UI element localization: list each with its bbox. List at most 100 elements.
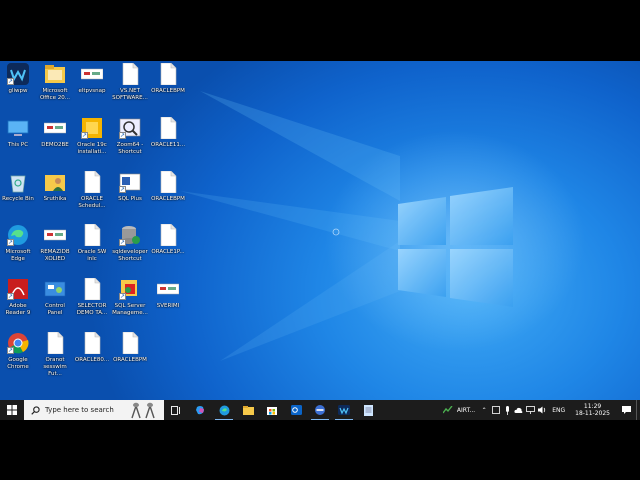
desktop-icon[interactable]: ORACLE1P... (151, 223, 185, 276)
speaker-icon (537, 406, 545, 414)
desktop-icon-label: Microsoft Edge (5, 249, 31, 262)
shortcut-arrow-icon: ↗ (7, 78, 14, 85)
desktop-icon-label: SQL Server Manageme... (112, 303, 148, 316)
desktop-icon[interactable]: eltpvsnap (75, 63, 109, 115)
taskbar: Type here to search AIRT... ⌃ ENG 11:29 … (0, 400, 640, 420)
show-desktop-button[interactable] (636, 400, 640, 420)
desktop-icon[interactable]: ORACLEBPM (151, 170, 185, 223)
windows-logo (398, 187, 513, 307)
shortcut-arrow-icon: ↗ (119, 132, 126, 139)
taskbar-file-explorer[interactable] (236, 400, 260, 420)
app-blue-icon: ↗ (7, 63, 29, 85)
desktop-icon-label: This PC (7, 142, 29, 148)
ssms-icon: ↗ (119, 278, 141, 300)
desktop-icon[interactable]: ↗ Google Chrome (1, 332, 35, 384)
show-hidden-icons-button[interactable]: ⌃ (478, 400, 490, 420)
desktop-icon[interactable]: VS.NET SOFTWARE... (112, 62, 148, 115)
taskbar-search-box[interactable]: Type here to search (24, 400, 164, 420)
doc-icon (81, 331, 103, 355)
ethernet-icon (525, 406, 535, 414)
taskbar-app-running[interactable] (308, 400, 332, 420)
tray-meet-now[interactable] (490, 400, 502, 420)
clock[interactable]: 11:29 18-11-2025 (569, 400, 616, 420)
recycle-icon (7, 171, 29, 193)
desktop-icon[interactable]: ORACLE Schedul... (75, 170, 109, 223)
taskbar-outlook[interactable] (284, 400, 308, 420)
desktop-icon[interactable]: Microsoft Office 20... (38, 63, 72, 115)
clock-date: 18-11-2025 (575, 410, 610, 417)
desktop-icon[interactable]: DEMO2BE (38, 117, 72, 169)
doc-icon (157, 62, 179, 86)
desktop-icon-label: DEMO2BE (41, 142, 69, 148)
doc-icon (81, 223, 103, 247)
doc-icon (119, 331, 141, 355)
desktop-icon-label: ORACLEBPM (151, 196, 185, 202)
doc-icon (81, 170, 103, 194)
desktop-icon[interactable]: ↗ sqldeveloper Shortcut (112, 224, 148, 276)
copilot-icon (195, 405, 204, 414)
task-view-button[interactable] (164, 400, 188, 420)
desktop-icon[interactable]: ↗ Oracle 19c installati... (75, 117, 109, 169)
chrome-icon: ↗ (7, 332, 29, 354)
desktop-icon-label: eltpvsnap (78, 88, 106, 94)
desktop-icon[interactable]: Oracle SW inlc (75, 223, 109, 276)
notification-icon (621, 406, 631, 414)
ini-icon (80, 63, 104, 85)
desktop-icon[interactable]: ↗ Microsoft Edge (1, 224, 35, 276)
desktop-icon[interactable]: ORACLE11... (151, 116, 185, 169)
desktop-icon-label: ORACLE1P... (151, 249, 185, 255)
desktop-icon[interactable]: ORACLEBPM (113, 331, 147, 384)
desktop-icon[interactable]: SVERIMI (151, 278, 185, 330)
desktop-icon[interactable]: Oranot sesswim Fut... (38, 331, 72, 384)
desktop-icon[interactable]: ↗ SQL Plus (113, 171, 147, 223)
tray-network[interactable] (524, 400, 536, 420)
pc-icon (7, 117, 29, 139)
folder-icon (44, 63, 66, 85)
folder-icon (242, 405, 254, 415)
task-view-icon (171, 405, 180, 415)
taskbar-store[interactable] (260, 400, 284, 420)
shortcut-arrow-icon: ↗ (7, 347, 14, 354)
oracle-icon: ↗ (81, 117, 103, 139)
network-status[interactable]: AIRT... (440, 400, 478, 420)
desktop-icon[interactable]: ORACLE80... (74, 331, 110, 384)
desktop-icon[interactable]: ↗ Zoom64 - Shortcut (113, 117, 147, 169)
desktop-icon-label: Adobe Reader 9 (5, 303, 31, 316)
adobe-icon: ↗ (7, 278, 29, 300)
tray-microphone[interactable] (502, 400, 512, 420)
desktop-icon[interactable]: Recycle Bin (1, 171, 35, 223)
taskbar-edge[interactable] (212, 400, 236, 420)
taskbar-gliwpw[interactable] (332, 400, 356, 420)
tray-cloud[interactable] (512, 400, 524, 420)
taskbar-notepad[interactable] (356, 400, 380, 420)
desktop-icon[interactable]: ↗ Adobe Reader 9 (1, 278, 35, 330)
desktop[interactable]: ↗ gliwpw Microsoft Office 20... eltpvsnap VS… (0, 61, 640, 420)
desktop-icon-label: Recycle Bin (2, 196, 34, 202)
desktop-icon-label: ORACLE Schedul... (78, 196, 106, 209)
tray-volume[interactable] (536, 400, 548, 420)
doc-icon (119, 62, 141, 86)
start-button[interactable] (0, 400, 24, 420)
network-activity-icon (442, 406, 453, 414)
desktop-icon[interactable]: REMAZIDB XOLIED (38, 224, 72, 276)
shortcut-arrow-icon: ↗ (81, 132, 88, 139)
desktop-icon[interactable]: ↗ gliwpw (1, 63, 35, 115)
clock-time: 11:29 (583, 403, 602, 410)
shortcut-arrow-icon: ↗ (7, 293, 14, 300)
desktop-icon-label: ORACLE80... (74, 357, 110, 363)
desktop-icon[interactable]: Sruthika (38, 171, 72, 223)
desktop-icon[interactable]: ORACLEBPM (151, 62, 185, 115)
sqldev-icon: ↗ (119, 224, 141, 246)
desktop-icon[interactable]: This PC (1, 117, 35, 169)
language-indicator[interactable]: ENG (548, 400, 569, 420)
desktop-icon-label: Microsoft Office 20... (39, 88, 71, 101)
minus-app-icon (315, 405, 325, 415)
notifications-button[interactable] (616, 400, 636, 420)
desktop-icon-label: ORACLEBPM (151, 88, 185, 94)
control-icon (44, 278, 66, 300)
screen-icon (492, 406, 501, 414)
taskbar-copilot[interactable] (188, 400, 212, 420)
desktop-icon[interactable]: ↗ SQL Server Manageme... (112, 278, 148, 330)
desktop-icon[interactable]: SELECTOR DEMO TA... (75, 277, 109, 330)
desktop-icon[interactable]: Control Panel (38, 278, 72, 330)
